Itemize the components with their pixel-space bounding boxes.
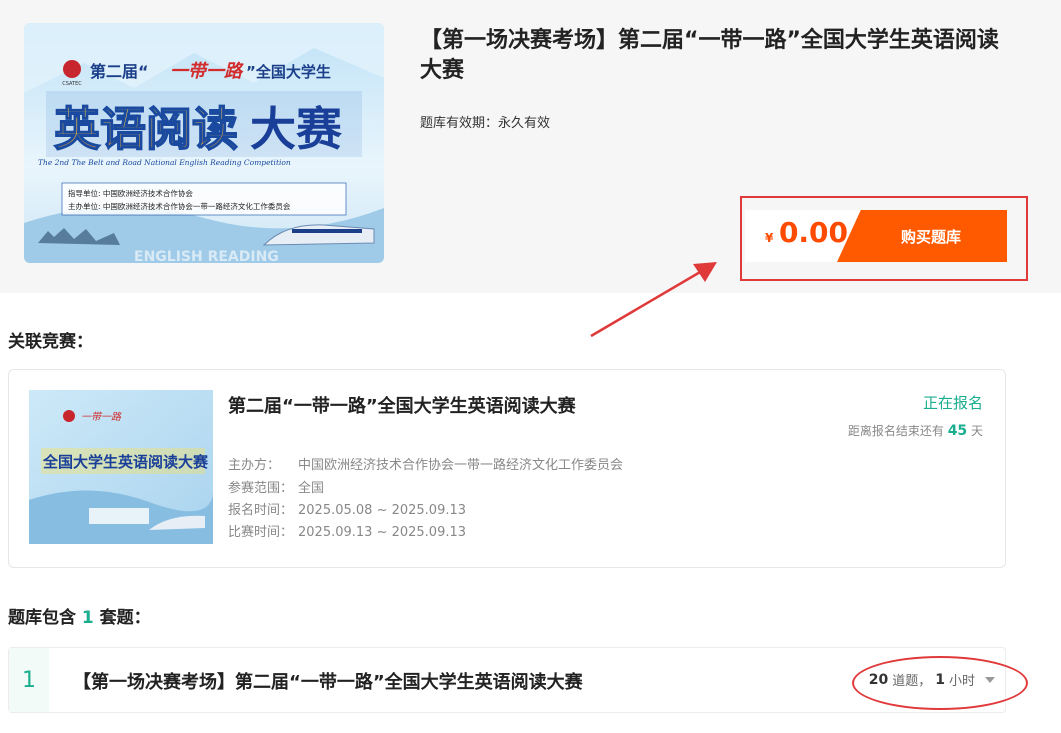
organizer-label: 主办方： <box>228 458 281 473</box>
sets-count: 1 <box>81 608 94 628</box>
organizer-value: 中国欧洲经济技术合作协会一带一路经济文化工作委员会 <box>298 458 624 473</box>
scope-row: 参赛范围： 全国 <box>228 477 324 496</box>
product-cover-image: CSATEC 第二届“ 一带一路 ”全国大学生 英语阅读 大赛 The 2nd … <box>24 23 384 263</box>
signup-label: 报名时间： <box>228 503 294 518</box>
related-competition-heading: 关联竞赛： <box>8 332 93 352</box>
countdown-days: 45 <box>947 423 968 439</box>
competition-thumbnail[interactable]: 一带一路 全国大学生英语阅读大赛 <box>29 390 213 544</box>
scope-label: 参赛范围： <box>228 481 294 496</box>
sets-heading-suffix: 套题： <box>93 608 151 628</box>
svg-text:全国大学生英语阅读大赛: 全国大学生英语阅读大赛 <box>42 453 209 471</box>
svg-text:”全国大学生: ”全国大学生 <box>246 63 331 81</box>
svg-text:The 2nd The Belt and Road Nati: The 2nd The Belt and Road National Engli… <box>38 158 291 167</box>
set-name[interactable]: 【第一场决赛考场】第二届“一带一路”全国大学生英语阅读大赛 <box>73 668 583 694</box>
svg-text:主办单位: 中国欧洲经济技术合作协会一带一路经济文化工作委员: 主办单位: 中国欧洲经济技术合作协会一带一路经济文化工作委员会 <box>68 201 291 211</box>
highlight-ellipse-annotation <box>852 656 1028 710</box>
highlight-rectangle-annotation <box>740 196 1028 281</box>
competition-name[interactable]: 第二届“一带一路”全国大学生英语阅读大赛 <box>228 392 576 418</box>
question-sets-heading: 题库包含 1 套题： <box>8 603 151 628</box>
svg-text:一带一路: 一带一路 <box>170 61 244 82</box>
set-index: 1 <box>9 648 49 712</box>
match-value: 2025.09.13 ~ 2025.09.13 <box>298 525 467 540</box>
svg-text:一带一路: 一带一路 <box>81 411 122 423</box>
svg-text:ENGLISH READING: ENGLISH READING <box>134 249 279 263</box>
signup-time-row: 报名时间： 2025.05.08 ~ 2025.09.13 <box>228 499 466 518</box>
sets-heading-prefix: 题库包含 <box>8 608 82 628</box>
countdown-prefix: 距离报名结束还有 <box>847 424 948 438</box>
scope-value: 全国 <box>298 481 325 496</box>
svg-text:大赛: 大赛 <box>250 102 343 156</box>
match-time-row: 比赛时间： 2025.09.13 ~ 2025.09.13 <box>228 521 466 540</box>
validity: 题库有效期：永久有效 <box>420 112 550 131</box>
organizer-row: 主办方： 中国欧洲经济技术合作协会一带一路经济文化工作委员会 <box>228 454 623 473</box>
product-title: 【第一场决赛考场】第二届“一带一路”全国大学生英语阅读大赛 <box>420 28 999 83</box>
signup-value: 2025.05.08 ~ 2025.09.13 <box>298 503 467 518</box>
svg-text:第二届“: 第二届“ <box>90 62 149 81</box>
status-badge: 正在报名 <box>922 394 983 412</box>
countdown-suffix: 天 <box>967 424 983 438</box>
validity-label: 题库有效期： <box>420 116 499 131</box>
signup-countdown: 距离报名结束还有 45 天 <box>848 422 983 439</box>
match-label: 比赛时间： <box>228 525 294 540</box>
validity-value: 永久有效 <box>498 116 551 131</box>
related-competition-card[interactable]: 一带一路 全国大学生英语阅读大赛 第二届“一带一路”全国大学生英语阅读大赛 正在… <box>8 369 1006 568</box>
svg-text:英语阅读: 英语阅读 <box>54 102 238 156</box>
svg-text:CSATEC: CSATEC <box>62 81 82 87</box>
svg-text:指导单位: 中国欧洲经济技术合作协会: 指导单位: 中国欧洲经济技术合作协会 <box>68 188 193 198</box>
arrow-annotation-icon <box>590 262 717 338</box>
